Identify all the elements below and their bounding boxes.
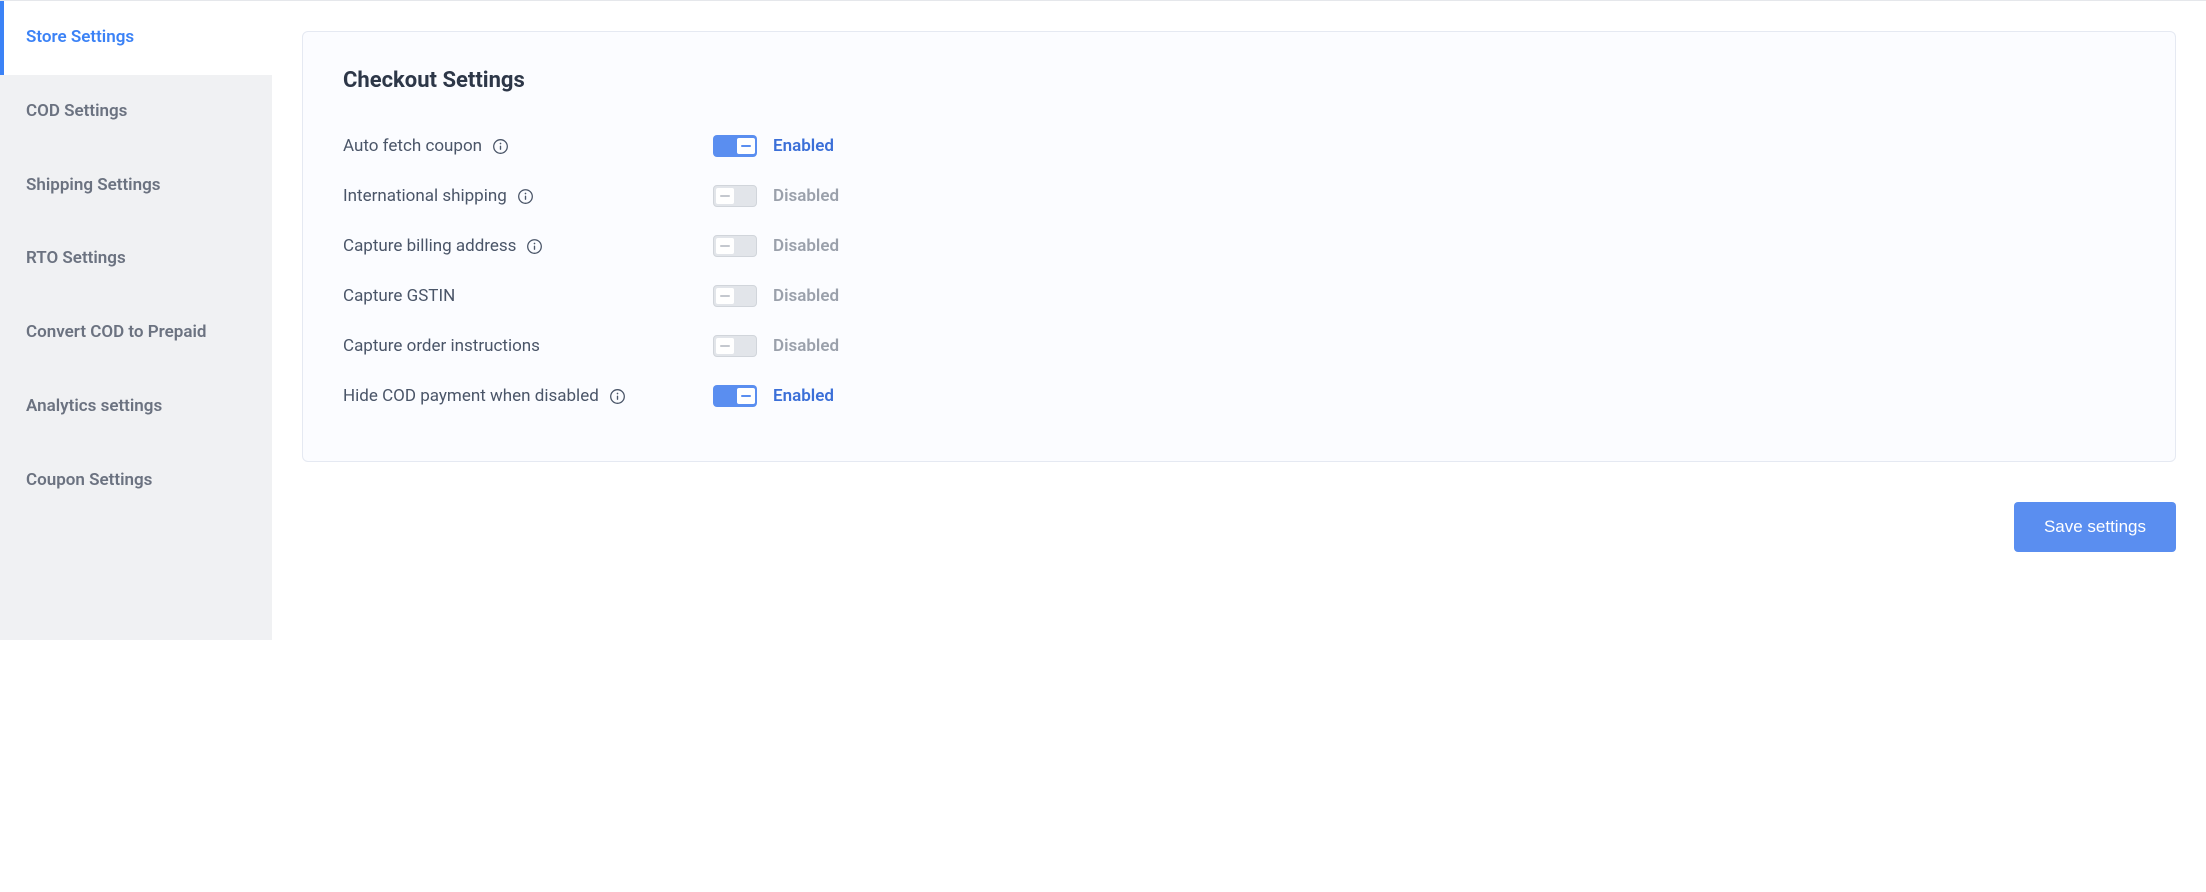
settings-list: Auto fetch coupon Enabled International sh… — [343, 121, 2135, 421]
toggle-switch[interactable] — [713, 135, 757, 157]
toggle-switch[interactable] — [713, 185, 757, 207]
setting-label: Auto fetch coupon — [343, 136, 713, 156]
toggle-wrap: Disabled — [713, 335, 839, 357]
setting-label: Capture GSTIN — [343, 286, 713, 306]
toggle-switch[interactable] — [713, 235, 757, 257]
sidebar-item-analytics-settings[interactable]: Analytics settings — [0, 370, 272, 444]
toggle-switch[interactable] — [713, 385, 757, 407]
sidebar-item-coupon-settings[interactable]: Coupon Settings — [0, 444, 272, 518]
toggle-knob — [716, 338, 734, 354]
main-content: Checkout Settings Auto fetch coupon Enabl… — [272, 1, 2206, 640]
sidebar-item-shipping-settings[interactable]: Shipping Settings — [0, 149, 272, 223]
settings-sidebar: Store SettingsCOD SettingsShipping Setti… — [0, 1, 272, 640]
toggle-wrap: Enabled — [713, 385, 834, 407]
setting-row: International shipping Disabled — [343, 171, 2135, 221]
setting-label: Capture order instructions — [343, 336, 713, 356]
sidebar-item-rto-settings[interactable]: RTO Settings — [0, 222, 272, 296]
sidebar-item-store-settings[interactable]: Store Settings — [0, 1, 272, 75]
checkout-settings-card: Checkout Settings Auto fetch coupon Enabl… — [302, 31, 2176, 462]
setting-label: Hide COD payment when disabled — [343, 386, 713, 406]
setting-label-text: Hide COD payment when disabled — [343, 386, 599, 406]
setting-label-text: Capture order instructions — [343, 336, 540, 356]
toggle-wrap: Disabled — [713, 235, 839, 257]
setting-row: Hide COD payment when disabled Enabled — [343, 371, 2135, 421]
save-settings-button[interactable]: Save settings — [2014, 502, 2176, 552]
setting-label-text: Capture GSTIN — [343, 286, 455, 306]
status-text: Enabled — [773, 386, 834, 406]
status-text: Enabled — [773, 136, 834, 156]
setting-row: Capture order instructions Disabled — [343, 321, 2135, 371]
status-text: Disabled — [773, 336, 839, 356]
toggle-knob — [737, 138, 755, 154]
toggle-wrap: Disabled — [713, 185, 839, 207]
toggle-switch[interactable] — [713, 285, 757, 307]
status-text: Disabled — [773, 236, 839, 256]
info-icon[interactable] — [609, 388, 626, 405]
status-text: Disabled — [773, 286, 839, 306]
setting-row: Auto fetch coupon Enabled — [343, 121, 2135, 171]
status-text: Disabled — [773, 186, 839, 206]
setting-label-text: International shipping — [343, 186, 507, 206]
setting-row: Capture GSTIN Disabled — [343, 271, 2135, 321]
card-title: Checkout Settings — [343, 68, 2135, 93]
setting-label-text: Capture billing address — [343, 236, 516, 256]
toggle-knob — [716, 288, 734, 304]
setting-label: Capture billing address — [343, 236, 713, 256]
toggle-wrap: Disabled — [713, 285, 839, 307]
setting-label: International shipping — [343, 186, 713, 206]
setting-row: Capture billing address Disabled — [343, 221, 2135, 271]
setting-label-text: Auto fetch coupon — [343, 136, 482, 156]
toggle-knob — [737, 388, 755, 404]
toggle-knob — [716, 238, 734, 254]
toggle-wrap: Enabled — [713, 135, 834, 157]
footer-actions: Save settings — [302, 502, 2176, 552]
info-icon[interactable] — [526, 238, 543, 255]
sidebar-item-cod-settings[interactable]: COD Settings — [0, 75, 272, 149]
info-icon[interactable] — [492, 138, 509, 155]
info-icon[interactable] — [517, 188, 534, 205]
sidebar-item-convert-cod-to-prepaid[interactable]: Convert COD to Prepaid — [0, 296, 272, 370]
page: Store SettingsCOD SettingsShipping Setti… — [0, 0, 2206, 640]
toggle-switch[interactable] — [713, 335, 757, 357]
toggle-knob — [716, 188, 734, 204]
